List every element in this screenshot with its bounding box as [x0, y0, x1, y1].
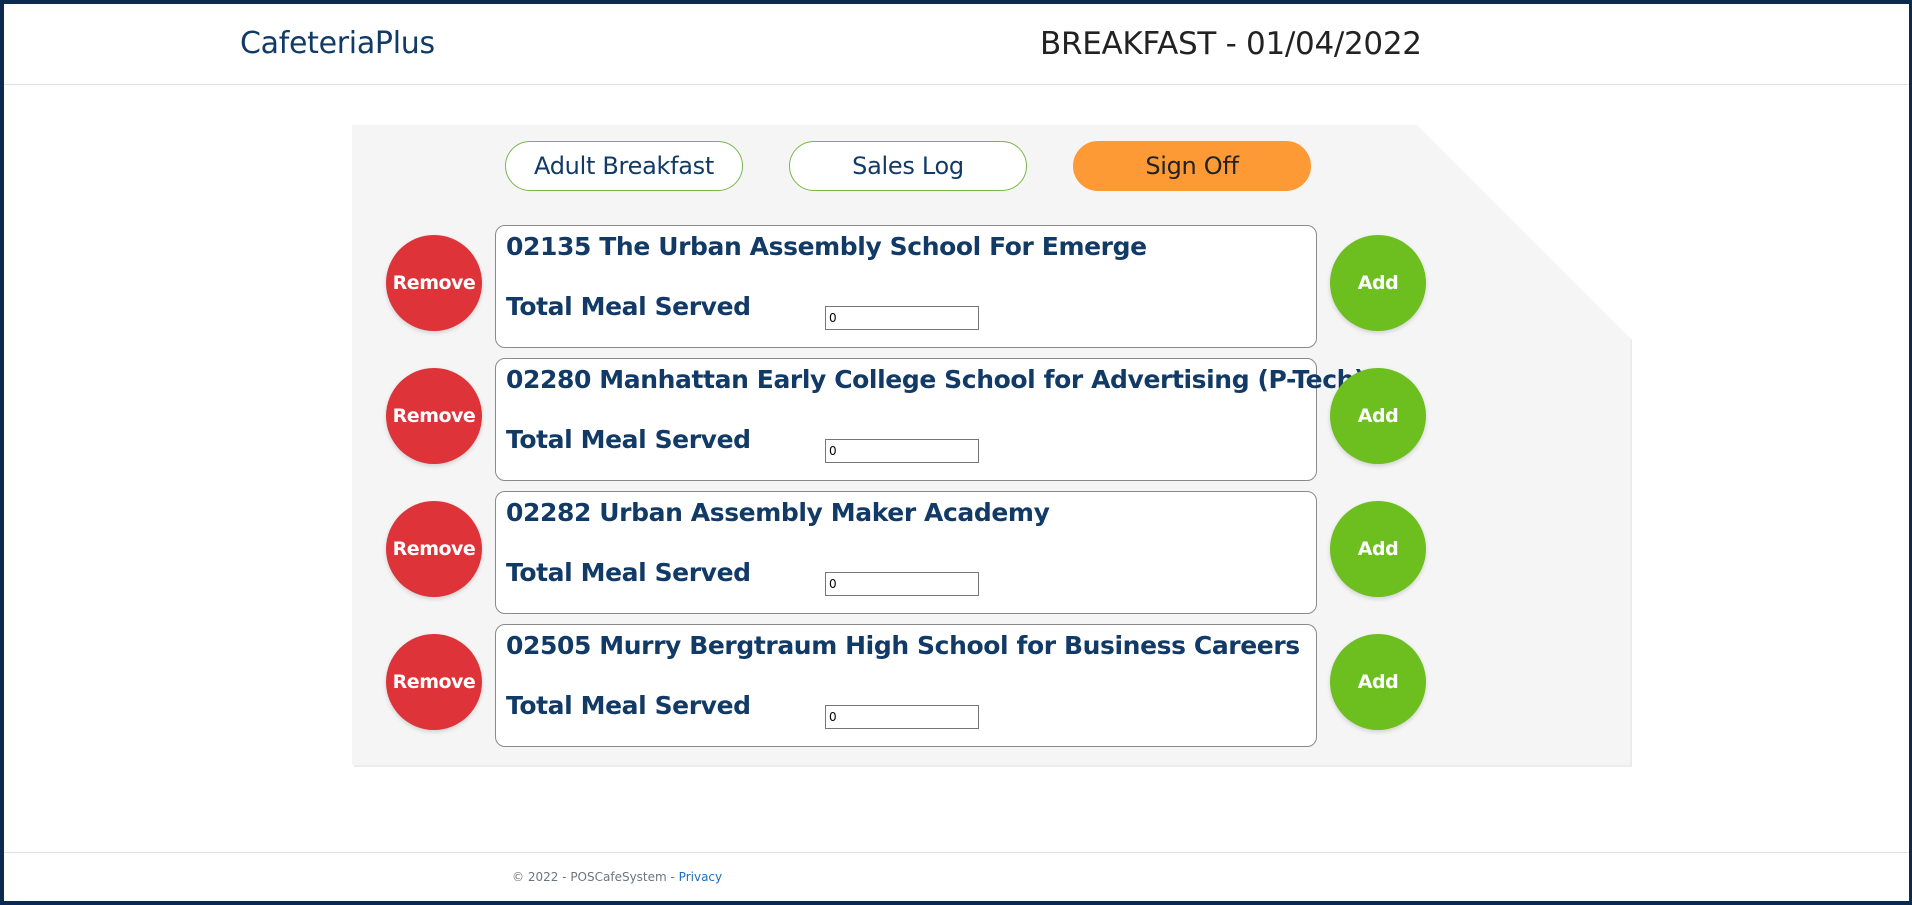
school-row: Remove 02505 Murry Bergtraum High School…: [0, 624, 1912, 748]
remove-button[interactable]: Remove: [386, 235, 482, 331]
meal-session-title: BREAKFAST - 01/04/2022: [1040, 26, 1422, 62]
adult-breakfast-button[interactable]: Adult Breakfast: [505, 141, 743, 191]
page-header: CafeteriaPlus BREAKFAST - 01/04/2022: [4, 4, 1909, 85]
remove-button[interactable]: Remove: [386, 634, 482, 730]
footer-text: © 2022 - POSCafeSystem - Privacy: [512, 870, 722, 884]
add-button[interactable]: Add: [1330, 368, 1426, 464]
total-meal-served-label: Total Meal Served: [506, 292, 751, 321]
add-button[interactable]: Add: [1330, 501, 1426, 597]
remove-button[interactable]: Remove: [386, 501, 482, 597]
school-name: 02280 Manhattan Early College School for…: [506, 365, 1366, 394]
school-name: 02135 The Urban Assembly School For Emer…: [506, 232, 1147, 261]
add-button[interactable]: Add: [1330, 634, 1426, 730]
school-card: 02282 Urban Assembly Maker Academy Total…: [495, 491, 1317, 614]
total-meal-served-input[interactable]: [825, 439, 979, 463]
brand-logo-text[interactable]: CafeteriaPlus: [240, 26, 435, 61]
total-meal-served-label: Total Meal Served: [506, 425, 751, 454]
copyright-text: © 2022 - POSCafeSystem -: [512, 870, 679, 884]
page-footer: © 2022 - POSCafeSystem - Privacy: [4, 852, 1909, 902]
sales-log-button[interactable]: Sales Log: [789, 141, 1027, 191]
total-meal-served-input[interactable]: [825, 306, 979, 330]
total-meal-served-input[interactable]: [825, 572, 979, 596]
school-name: 02505 Murry Bergtraum High School for Bu…: [506, 631, 1300, 660]
school-card: 02505 Murry Bergtraum High School for Bu…: [495, 624, 1317, 747]
school-name: 02282 Urban Assembly Maker Academy: [506, 498, 1050, 527]
total-meal-served-input[interactable]: [825, 705, 979, 729]
add-button[interactable]: Add: [1330, 235, 1426, 331]
total-meal-served-label: Total Meal Served: [506, 558, 751, 587]
school-row: Remove 02135 The Urban Assembly School F…: [0, 225, 1912, 349]
school-row: Remove 02280 Manhattan Early College Sch…: [0, 358, 1912, 482]
total-meal-served-label: Total Meal Served: [506, 691, 751, 720]
remove-button[interactable]: Remove: [386, 368, 482, 464]
privacy-link[interactable]: Privacy: [679, 870, 722, 884]
school-row: Remove 02282 Urban Assembly Maker Academ…: [0, 491, 1912, 615]
school-card: 02135 The Urban Assembly School For Emer…: [495, 225, 1317, 348]
school-card: 02280 Manhattan Early College School for…: [495, 358, 1365, 481]
sign-off-button[interactable]: Sign Off: [1073, 141, 1311, 191]
